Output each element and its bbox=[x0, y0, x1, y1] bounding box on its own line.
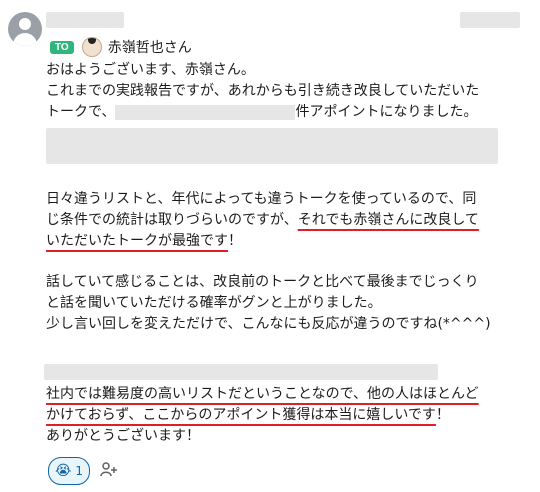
message-line: トークで、 件アポイントになりました。 bbox=[46, 102, 520, 123]
message-text: じ条件での統計は取りづらいのですが、 bbox=[46, 212, 298, 228]
highlighted-text: 社内では難易度の高いリストだということなので、 bbox=[46, 386, 368, 402]
message-text: 件アポイントになりました。 bbox=[295, 104, 478, 120]
message-paragraph-2: 日々違うリストと、年代によっても違うトークを使っているので、同 じ条件での統計は… bbox=[46, 189, 520, 252]
message-line: 日々違うリストと、年代によっても違うトークを使っているので、同 bbox=[46, 191, 477, 207]
redacted-count bbox=[115, 104, 296, 120]
redacted-block bbox=[46, 128, 498, 164]
redacted-line bbox=[44, 364, 438, 380]
message-line: 社内では難易度の高いリストだということなので、他の人はほとんど bbox=[46, 384, 520, 405]
message-body: おはようございます、赤嶺さん。 これまでの実践報告ですが、あれからも引き続き改良… bbox=[46, 60, 520, 123]
message-text: トークで、 bbox=[46, 104, 116, 120]
highlighted-text: 他の人はほとんど bbox=[367, 386, 479, 402]
sender-name-redacted bbox=[46, 12, 124, 28]
message-line: 少し言い回しを変えただけで、こんなにも反応が違うのですね(*^^^) bbox=[46, 316, 491, 332]
to-badge: TO bbox=[50, 40, 74, 54]
message-line: じ条件での統計は取りづらいのですが、それでも赤嶺さんに改良して bbox=[46, 210, 520, 231]
mention-avatar bbox=[81, 37, 102, 57]
message-text: ！ bbox=[435, 407, 450, 423]
message-paragraph-3: 話していて感じることは、改良前のトークと比べて最後までじっくり と話を聞いていた… bbox=[46, 272, 520, 335]
mention-row: TO 赤嶺哲也さん bbox=[50, 36, 192, 58]
highlighted-text: かけておらず、ここからのアポイント獲得は本当に嬉しいです bbox=[46, 407, 436, 423]
message-line: かけておらず、ここからのアポイント獲得は本当に嬉しいです！ bbox=[46, 405, 520, 426]
message-paragraph-4: 社内では難易度の高いリストだということなので、他の人はほとんど かけておらず、こ… bbox=[46, 384, 520, 447]
highlighted-text: いただいたトークが最強です bbox=[46, 233, 228, 249]
message-line: 話していて感じることは、改良前のトークと比べて最後までじっくり bbox=[46, 274, 479, 290]
crying-face-icon: 😭 bbox=[55, 463, 72, 479]
highlighted-text: それでも赤嶺さんに改良して bbox=[297, 212, 479, 228]
message-line: と話を聞いていただける確率がグンと上がりました。 bbox=[46, 295, 382, 311]
reaction-count: 1 bbox=[75, 464, 83, 478]
message-text: ！ bbox=[228, 233, 242, 249]
message-line: いただいたトークが最強です！ bbox=[46, 231, 520, 252]
message-line: ありがとうございます！ bbox=[46, 428, 200, 444]
add-reaction-icon[interactable] bbox=[100, 461, 118, 481]
message-line: おはようございます、赤嶺さん。 bbox=[46, 62, 255, 78]
sender-avatar[interactable] bbox=[8, 12, 42, 46]
timestamp-redacted bbox=[460, 12, 520, 28]
mention-name[interactable]: 赤嶺哲也さん bbox=[108, 37, 192, 57]
reaction-pill[interactable]: 😭 1 bbox=[48, 457, 90, 485]
message-line: これまでの実践報告ですが、あれからも引き続き改良していただいた bbox=[46, 83, 480, 99]
